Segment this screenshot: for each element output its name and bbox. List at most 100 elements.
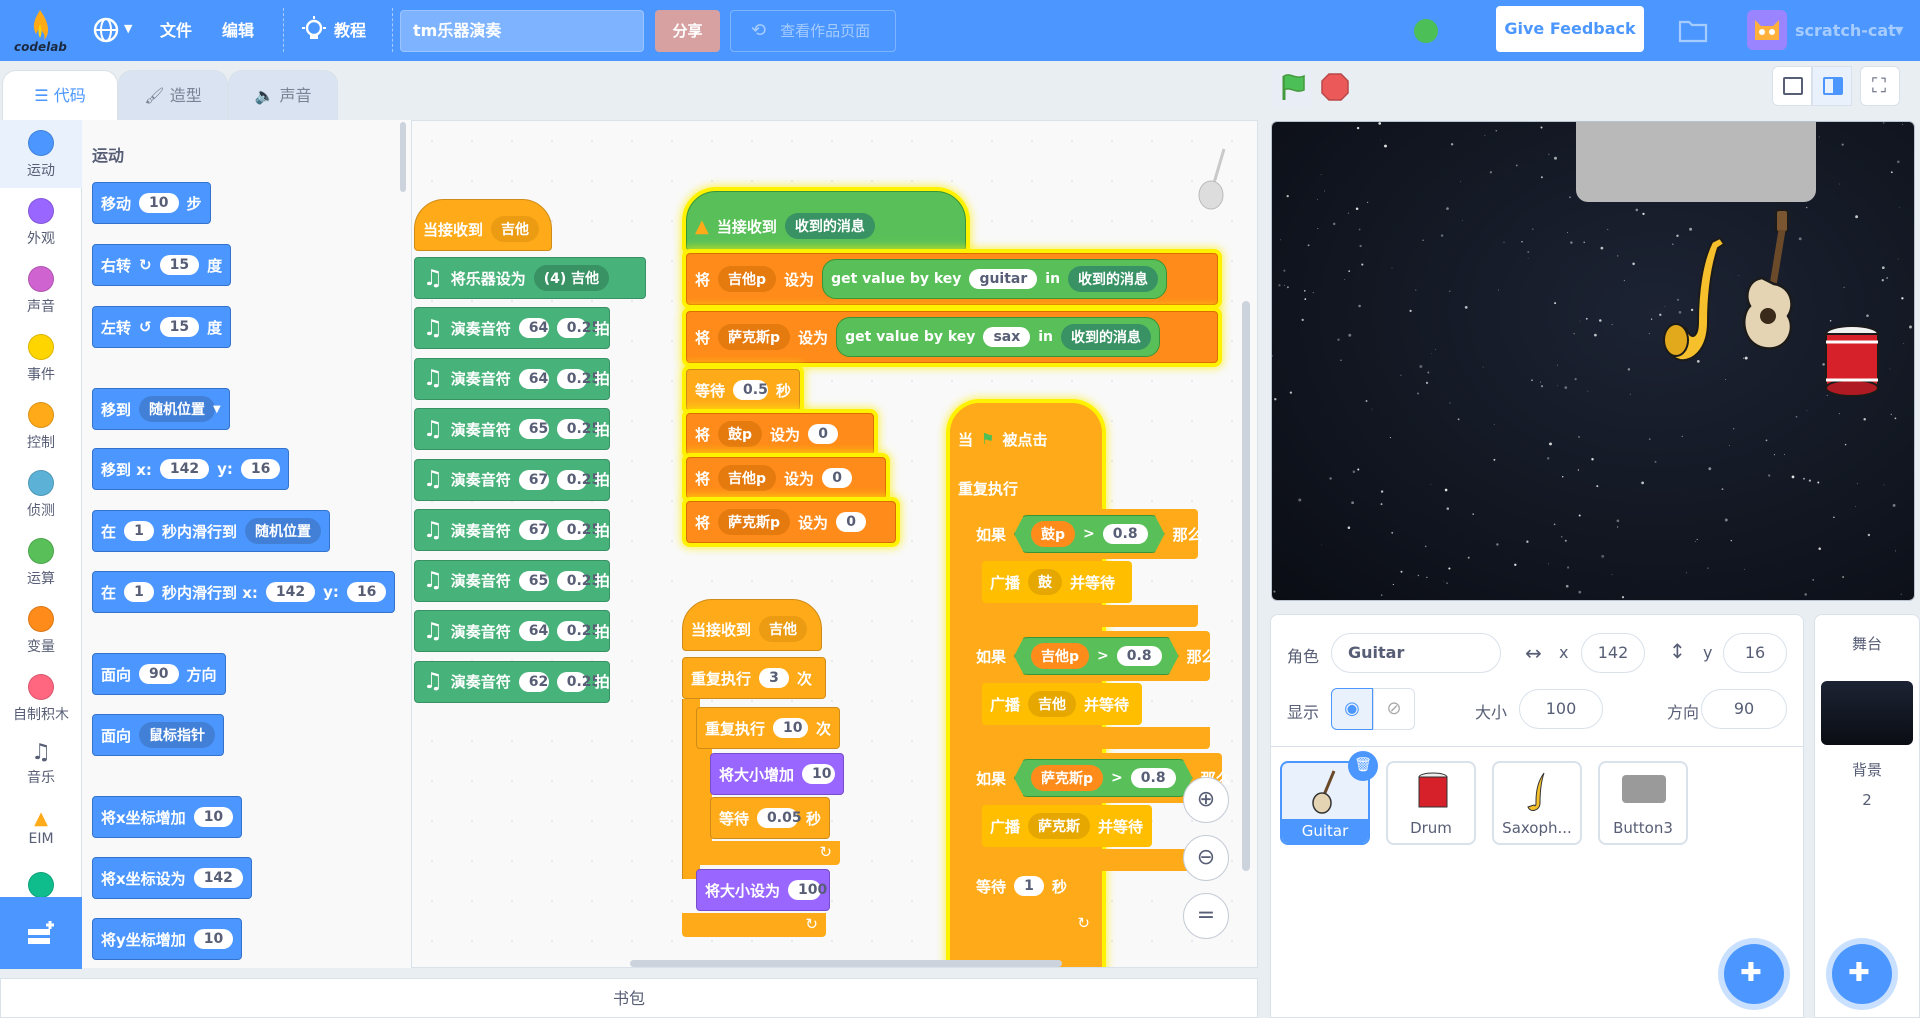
hide-sprite-button[interactable]: ⊘ — [1373, 688, 1415, 730]
script-vertical-scrollbar[interactable] — [1242, 301, 1250, 871]
condition-greater-than[interactable]: 吉他p >0.8 — [1014, 637, 1179, 675]
block-set-x[interactable]: 将x坐标设为 142 — [92, 857, 252, 899]
block-input[interactable]: 100 — [788, 880, 827, 900]
block-point-towards[interactable]: 面向 鼠标指针 — [92, 714, 225, 756]
block-input[interactable]: 0.05 — [757, 808, 802, 828]
block-goto[interactable]: 移到 随机位置 ▼ — [92, 388, 230, 430]
my-stuff-folder-icon[interactable] — [1678, 16, 1708, 48]
block-repeat-10[interactable]: 重复执行 10 次 — [696, 707, 840, 749]
block-input[interactable]: 15 — [159, 317, 200, 337]
block-play-note[interactable]: ♫ 演奏音符 65 0.25 拍 — [414, 408, 610, 450]
block-wait-1[interactable]: 等待 1 秒 — [968, 865, 1080, 907]
direction-input[interactable]: 90 — [1701, 689, 1787, 729]
block-input[interactable]: 16 — [240, 459, 281, 479]
category-variables[interactable]: 变量 — [0, 596, 82, 664]
block-forever[interactable]: 重复执行 — [950, 467, 1098, 509]
beats-input[interactable]: 0.25 — [556, 368, 601, 389]
size-input[interactable]: 100 — [1519, 689, 1603, 729]
variable-reporter[interactable]: 萨克斯p — [1031, 765, 1103, 791]
tab-costumes[interactable]: 🖌 造型 — [118, 70, 228, 120]
button3-sprite[interactable] — [1576, 122, 1816, 202]
chevron-down-icon[interactable]: ▼ — [1895, 24, 1903, 37]
small-stage-button[interactable] — [1772, 66, 1812, 106]
category-events[interactable]: 事件 — [0, 324, 82, 392]
note-input[interactable]: 62 — [518, 671, 549, 692]
condition-greater-than[interactable]: 鼓p >0.8 — [1014, 515, 1165, 553]
edit-menu[interactable]: 编辑 — [222, 0, 254, 61]
sprite-name-input[interactable]: Guitar — [1331, 633, 1501, 673]
block-glide-xy[interactable]: 在 1 秒内滑行到 x: 142 y: 16 — [92, 571, 396, 613]
block-input[interactable]: 1 — [124, 582, 155, 602]
sprite-thumb-button3[interactable]: Button3 — [1598, 761, 1688, 845]
block-dropdown[interactable]: 鼠标指针 — [139, 722, 216, 748]
sprite-thumb-drum[interactable]: Drum — [1386, 761, 1476, 845]
block-dropdown[interactable]: (4) 吉他 — [533, 265, 610, 291]
beats-input[interactable]: 0.25 — [556, 419, 601, 439]
block-turn-left[interactable]: 左转 ↺ 15 度 — [92, 306, 232, 348]
script-horizontal-scrollbar[interactable] — [630, 960, 1062, 967]
script-area[interactable]: 当接收到 吉他 ♫ 将乐器设为 (4) 吉他 ♫ 演奏音符 64 0.25 拍 ♫ 演奏音符 64 0… — [412, 120, 1258, 968]
block-point-direction[interactable]: 面向 90 方向 — [92, 653, 226, 695]
block-input[interactable]: 0 — [836, 512, 867, 532]
beats-input[interactable]: 0.25 — [556, 621, 601, 641]
if-then-block[interactable]: 如果 鼓p >0.8 那么 广播鼓并等待 — [968, 509, 1203, 627]
block-goto-xy[interactable]: 移到 x: 142 y: 16 — [92, 448, 290, 490]
reporter-received-message[interactable]: 收到的消息 — [1061, 324, 1152, 350]
block-input[interactable]: 3 — [759, 668, 790, 688]
share-button[interactable]: 分享 — [655, 10, 720, 52]
broadcast-message-dropdown[interactable]: 吉他 — [1028, 691, 1077, 717]
note-input[interactable]: 67 — [518, 520, 549, 540]
block-play-note[interactable]: ♫ 演奏音符 64 0.25 拍 — [414, 357, 610, 400]
block-input[interactable]: 15 — [159, 255, 200, 275]
beats-input[interactable]: 0.25 — [556, 318, 601, 338]
project-title-input[interactable]: tm乐器演奏 — [400, 10, 644, 52]
stop-button[interactable] — [1320, 72, 1350, 102]
tab-code[interactable]: ☰ 代码 — [2, 70, 118, 120]
block-dropdown[interactable]: 吉他 — [759, 616, 808, 642]
category-looks[interactable]: 外观 — [0, 188, 82, 256]
block-set-instrument[interactable]: ♫ 将乐器设为 (4) 吉他 — [414, 257, 646, 299]
block-wait[interactable]: 等待 0.5 秒 — [686, 369, 800, 411]
reporter-received-message[interactable]: 收到的消息 — [784, 213, 875, 239]
block-input[interactable]: 16 — [346, 582, 387, 602]
block-set-guitar-var[interactable]: 将吉他p 设为 get value by key guitar in 收到的消息 — [686, 253, 1218, 305]
category-eim[interactable]: ▲ EIM — [0, 800, 82, 868]
block-repeat-3[interactable]: 重复执行 3 次 — [682, 657, 826, 699]
block-broadcast-and-wait[interactable]: 广播鼓并等待 — [982, 561, 1132, 603]
block-change-y[interactable]: 将y坐标增加 10 — [92, 918, 243, 960]
block-input[interactable]: 142 — [159, 459, 210, 479]
block-change-size[interactable]: 将大小增加 10 — [710, 753, 844, 795]
reporter-get-value-by-key[interactable]: get value by key guitar in 收到的消息 — [822, 259, 1168, 299]
block-play-note[interactable]: ♫ 演奏音符 67 0.25 拍 — [414, 509, 610, 551]
file-menu[interactable]: 文件 — [160, 0, 192, 61]
variable-reporter[interactable]: 吉他p — [1031, 643, 1089, 669]
block-set-sax-var[interactable]: 将萨克斯p 设为 get value by key sax in 收到的消息 — [686, 311, 1218, 363]
block-dropdown[interactable]: 随机位置 — [139, 396, 216, 422]
block-dropdown[interactable]: 鼓p — [718, 421, 763, 447]
block-input[interactable]: sax — [983, 327, 1031, 347]
block-set-size[interactable]: 将大小设为 100 — [696, 869, 830, 911]
username[interactable]: scratch-cat — [1795, 0, 1896, 61]
drum-sprite[interactable] — [1822, 322, 1882, 406]
category-music[interactable]: ♫ 音乐 — [0, 732, 82, 800]
block-input[interactable]: 10 — [193, 807, 234, 827]
zoom-in-button[interactable]: ⊕ — [1183, 777, 1229, 823]
block-input[interactable]: 10 — [773, 718, 808, 738]
broadcast-message-dropdown[interactable]: 萨克斯 — [1028, 813, 1091, 839]
saxophone-sprite[interactable] — [1662, 232, 1742, 376]
zoom-reset-button[interactable]: = — [1183, 893, 1229, 939]
block-input[interactable]: 142 — [193, 868, 243, 888]
beats-input[interactable]: 0.25 — [556, 469, 601, 490]
give-feedback-button[interactable]: Give Feedback — [1496, 6, 1644, 52]
category-operators[interactable]: 运算 — [0, 528, 82, 596]
show-sprite-button[interactable]: ◉ — [1331, 688, 1373, 730]
block-dropdown[interactable]: 吉他p — [718, 266, 777, 292]
x-coordinate-input[interactable]: 142 — [1581, 633, 1645, 673]
block-broadcast-and-wait[interactable]: 广播 萨克斯 并等待 — [982, 805, 1152, 847]
note-input[interactable]: 64 — [518, 368, 549, 389]
block-play-note[interactable]: ♫ 演奏音符 65 0.25 拍 — [414, 559, 610, 602]
beats-input[interactable]: 0.25 — [556, 520, 601, 540]
avatar[interactable] — [1747, 10, 1787, 50]
block-input[interactable]: 10 — [193, 929, 234, 949]
beats-input[interactable]: 0.25 — [556, 671, 601, 692]
